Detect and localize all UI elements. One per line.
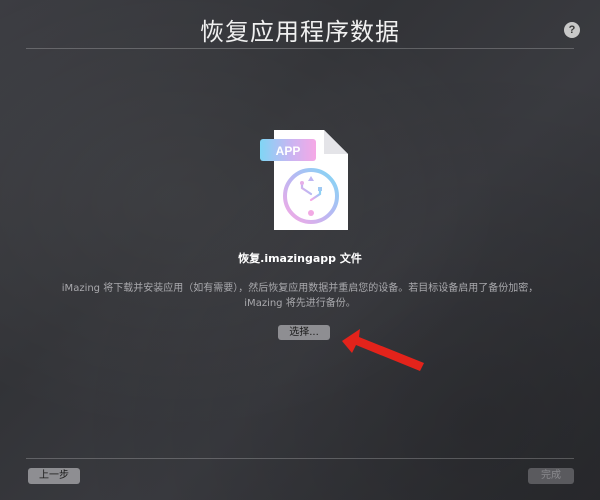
bottom-divider xyxy=(26,458,574,459)
help-button[interactable]: ? xyxy=(564,22,580,38)
back-button[interactable]: 上一步 xyxy=(28,468,80,484)
done-button: 完成 xyxy=(528,468,574,484)
file-tag-label: APP xyxy=(276,144,301,158)
file-type-heading: 恢复.imazingapp 文件 xyxy=(238,252,362,265)
red-arrow-annotation xyxy=(342,329,424,371)
imazingapp-file-icon: APP xyxy=(260,130,348,230)
page-title: 恢复应用程序数据 xyxy=(200,18,400,46)
instruction-text: iMazing 将下载并安装应用（如有需要），然后恢复应用数据并重启您的设备。若… xyxy=(40,281,560,311)
choose-file-button[interactable]: 选择... xyxy=(278,325,330,340)
instruction-line-2: iMazing 将先进行备份。 xyxy=(244,298,356,309)
instruction-line-1: iMazing 将下载并安装应用（如有需要），然后恢复应用数据并重启您的设备。若… xyxy=(61,283,539,294)
file-fold xyxy=(324,130,348,154)
top-divider xyxy=(26,48,574,49)
